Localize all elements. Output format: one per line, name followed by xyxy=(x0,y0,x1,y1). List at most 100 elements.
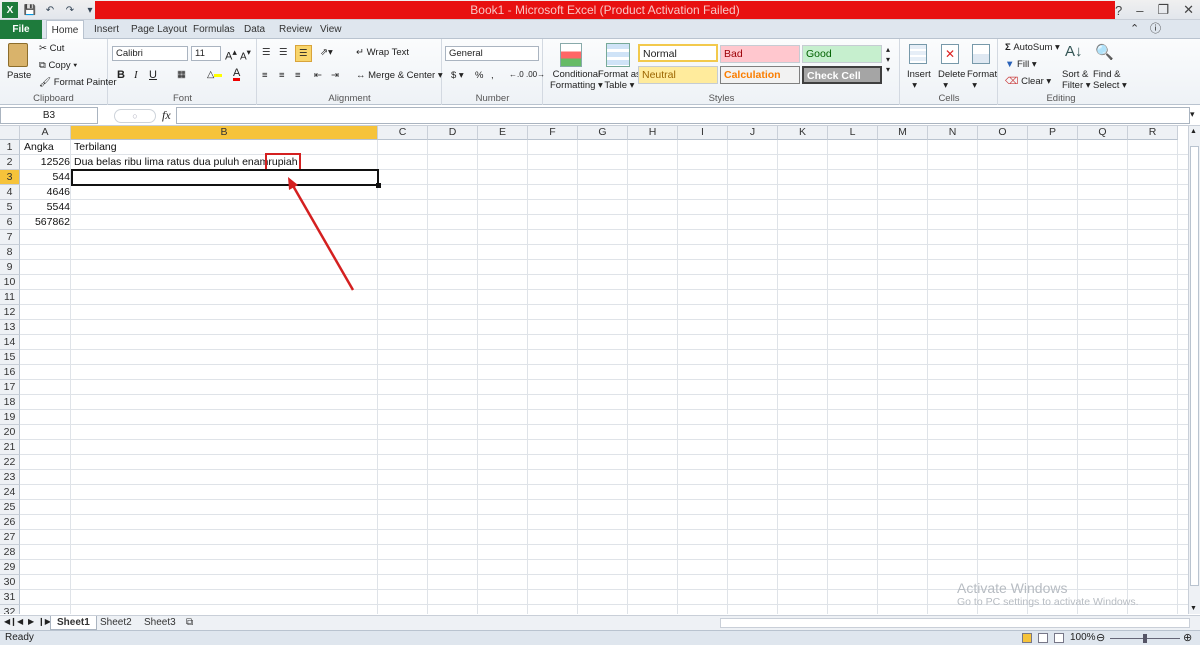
formula-input[interactable] xyxy=(176,107,1190,124)
number-format-select[interactable]: General xyxy=(445,46,539,61)
format-as-table-button[interactable]: Format as Table ▾ xyxy=(598,69,641,91)
normal-view-icon[interactable] xyxy=(1022,633,1032,643)
clear-button[interactable]: ⌫ Clear ▾ xyxy=(1005,76,1051,87)
style-calculation[interactable]: Calculation xyxy=(720,66,800,84)
decrease-decimal-icon[interactable]: .00→ xyxy=(526,70,545,79)
zoom-slider-thumb[interactable] xyxy=(1143,634,1147,643)
tab-view[interactable]: View xyxy=(320,20,342,39)
font-size-select[interactable]: 11 xyxy=(191,46,221,61)
conditional-formatting-icon[interactable] xyxy=(560,43,582,67)
eraser-icon: ⌫ xyxy=(1005,76,1019,87)
paste-button[interactable]: Paste xyxy=(7,70,31,81)
close-icon[interactable]: ✕ xyxy=(1183,2,1194,18)
sort-filter-button[interactable]: Sort & Filter ▾ xyxy=(1062,69,1091,91)
scroll-down-icon[interactable]: ▼ xyxy=(1190,605,1197,612)
zoom-out-icon[interactable]: ⊖ xyxy=(1096,631,1105,645)
autosum-button[interactable]: Σ AutoSum ▾ xyxy=(1005,42,1060,53)
binoculars-icon[interactable]: 🔍 xyxy=(1095,43,1114,61)
delete-button[interactable]: Delete ▾ xyxy=(938,69,965,91)
insert-cells-icon[interactable] xyxy=(909,44,927,64)
bold-icon[interactable]: B xyxy=(117,69,125,81)
zoom-in-icon[interactable]: ⊕ xyxy=(1183,631,1192,645)
paste-icon[interactable] xyxy=(8,43,28,67)
font-color-icon[interactable]: A xyxy=(233,68,241,81)
tab-page-layout[interactable]: Page Layout xyxy=(131,20,187,39)
format-button[interactable]: Format ▾ xyxy=(967,69,997,91)
orientation-icon[interactable]: ⇗▾ xyxy=(320,47,333,58)
sheet-nav-next-icon[interactable]: ▶ xyxy=(28,617,34,626)
redo-icon[interactable]: ↷ xyxy=(62,2,78,18)
insert-sheet-icon[interactable]: ⧉ xyxy=(180,616,199,630)
increase-decimal-icon[interactable]: ←.0 xyxy=(509,70,524,79)
align-middle-icon[interactable]: ☰ xyxy=(279,47,288,58)
tab-formulas[interactable]: Formulas xyxy=(193,20,235,39)
grow-font-icon[interactable]: A▴ xyxy=(225,47,237,63)
sheet-nav-first-icon[interactable]: ◀❙ xyxy=(4,617,17,626)
vertical-scrollbar[interactable]: ▲ ▼ xyxy=(1188,126,1200,614)
tab-home[interactable]: Home xyxy=(46,20,84,40)
style-normal[interactable]: Normal xyxy=(638,44,718,62)
borders-icon[interactable]: ▦ xyxy=(177,69,186,80)
styles-scroll-icon[interactable]: ▴ ▾ ▾ xyxy=(886,45,890,75)
zoom-level[interactable]: 100% xyxy=(1070,631,1096,645)
fill-button[interactable]: ▼ Fill ▾ xyxy=(1005,59,1037,70)
sheet-nav-last-icon[interactable]: ❙▶ xyxy=(38,617,51,626)
ribbon-minimize-icon[interactable]: ⌃ xyxy=(1130,20,1139,39)
page-layout-view-icon[interactable] xyxy=(1038,633,1048,643)
horizontal-scrollbar[interactable] xyxy=(720,618,1190,628)
insert-function-icon[interactable]: fx xyxy=(162,108,171,123)
worksheet-grid[interactable]: ABCDEFGHIJKLMNOPQR 1 2 3 4 5 6 7 8 9 10 11 12 13 14 15… xyxy=(0,126,1188,614)
percent-icon[interactable]: % xyxy=(475,70,483,81)
tab-insert[interactable]: Insert xyxy=(94,20,119,39)
tab-data[interactable]: Data xyxy=(244,20,265,39)
decrease-indent-icon[interactable]: ⇤ xyxy=(314,70,322,81)
format-as-table-icon[interactable] xyxy=(606,43,630,67)
cut-button[interactable]: ✂ Cut xyxy=(39,43,64,54)
sort-filter-icon[interactable]: A↓ xyxy=(1065,43,1083,60)
tab-file[interactable]: File xyxy=(0,20,42,39)
insert-button[interactable]: Insert ▾ xyxy=(907,69,931,91)
name-box[interactable]: B3 xyxy=(0,107,98,124)
scroll-up-icon[interactable]: ▲ xyxy=(1190,128,1197,135)
align-right-icon[interactable]: ≡ xyxy=(295,70,301,81)
align-bottom-icon[interactable]: ☰ xyxy=(295,45,312,62)
restore-icon[interactable]: ❐ xyxy=(1157,2,1169,18)
style-check-cell[interactable]: Check Cell xyxy=(802,66,882,84)
format-cells-icon[interactable] xyxy=(972,44,990,64)
sheet-tab-2[interactable]: Sheet2 xyxy=(94,616,138,630)
save-icon[interactable]: 💾 xyxy=(22,2,38,18)
copy-button[interactable]: ⧉ Copy ▾ xyxy=(39,60,77,71)
shrink-font-icon[interactable]: A▾ xyxy=(240,47,251,62)
align-left-icon[interactable]: ≡ xyxy=(262,70,268,81)
scroll-thumb[interactable] xyxy=(1190,146,1199,586)
style-good[interactable]: Good xyxy=(802,45,882,63)
style-bad[interactable]: Bad xyxy=(720,45,800,63)
find-select-button[interactable]: Find & Select ▾ xyxy=(1093,69,1127,91)
align-top-icon[interactable]: ☰ xyxy=(262,47,271,58)
conditional-formatting-button[interactable]: Conditional Formatting ▾ xyxy=(550,69,603,91)
wrap-text-button[interactable]: ↵ Wrap Text xyxy=(356,47,409,58)
sheet-tab-1[interactable]: Sheet1 xyxy=(50,616,97,630)
italic-icon[interactable]: I xyxy=(134,69,138,81)
delete-cells-icon[interactable]: ✕ xyxy=(941,44,959,64)
formula-bar-controls[interactable]: ○ xyxy=(114,109,156,123)
underline-icon[interactable]: U xyxy=(149,69,157,81)
merge-center-button[interactable]: ↔ Merge & Center ▾ xyxy=(356,70,443,81)
tab-review[interactable]: Review xyxy=(279,20,312,39)
font-name-select[interactable]: Calibri xyxy=(112,46,188,61)
align-center-icon[interactable]: ≡ xyxy=(279,70,285,81)
style-neutral[interactable]: Neutral xyxy=(638,66,718,84)
format-painter-button[interactable]: 🖌 Format Painter xyxy=(39,77,117,88)
currency-icon[interactable]: $ ▾ xyxy=(451,70,464,81)
help-icon[interactable]: ? xyxy=(1115,3,1122,18)
page-break-view-icon[interactable] xyxy=(1054,633,1064,643)
expand-formula-icon[interactable]: ▾ xyxy=(1190,109,1195,120)
help-circle-icon[interactable]: ⓘ xyxy=(1150,20,1161,39)
sheet-tab-3[interactable]: Sheet3 xyxy=(138,616,182,630)
increase-indent-icon[interactable]: ⇥ xyxy=(331,70,339,81)
fill-color-icon[interactable]: △ xyxy=(207,69,223,80)
sheet-nav-prev-icon[interactable]: ◀ xyxy=(17,617,23,626)
minimize-icon[interactable]: – xyxy=(1136,3,1143,18)
comma-icon[interactable]: , xyxy=(491,70,494,81)
undo-icon[interactable]: ↶ xyxy=(42,2,58,18)
